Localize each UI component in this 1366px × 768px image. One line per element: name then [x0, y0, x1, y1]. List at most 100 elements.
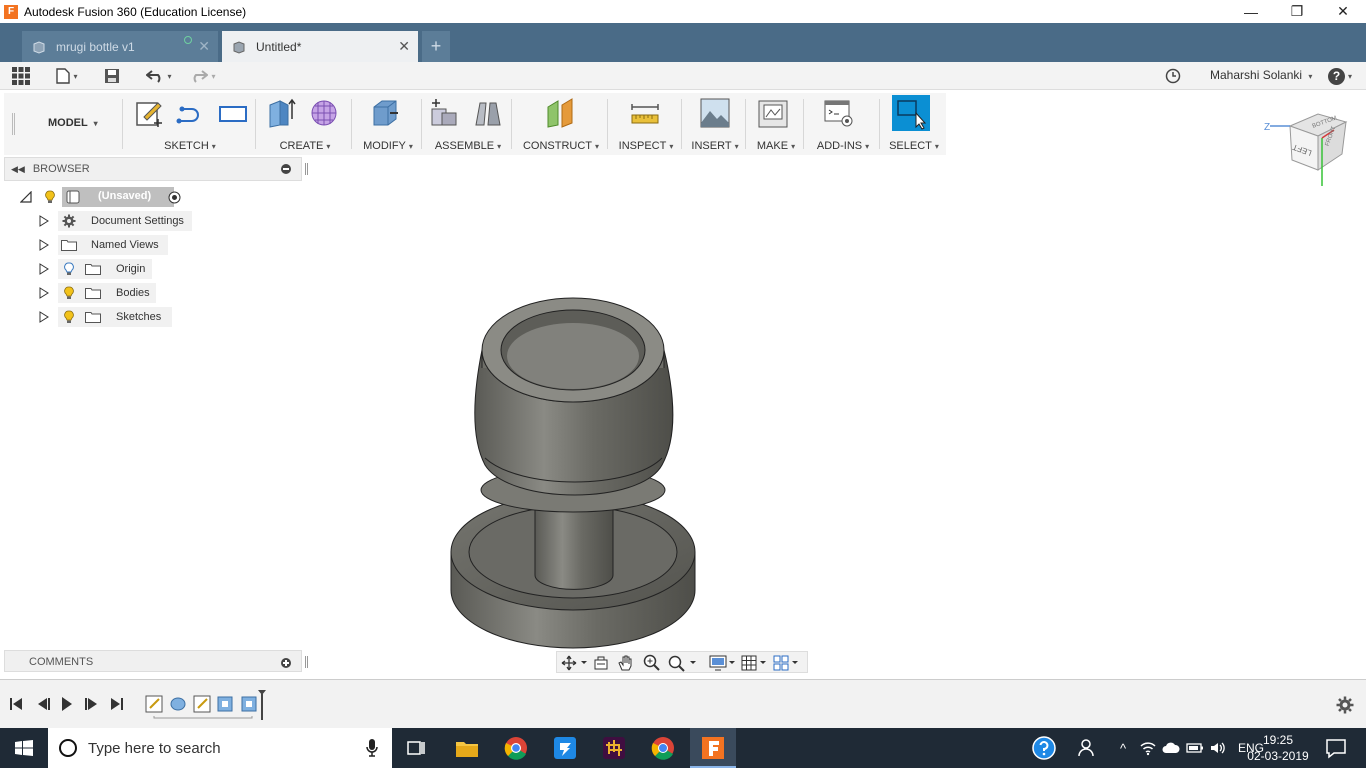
- expand-triangle-icon[interactable]: [39, 263, 49, 275]
- new-component-icon[interactable]: [428, 97, 458, 129]
- visibility-bulb-off-icon[interactable]: [64, 262, 74, 276]
- timeline-marker[interactable]: [258, 690, 266, 720]
- ribbon-group-label[interactable]: ASSEMBLE ▾: [424, 140, 512, 152]
- expand-triangle-icon[interactable]: [39, 287, 49, 299]
- people-icon[interactable]: [1074, 734, 1102, 762]
- expanded-triangle-icon[interactable]: [20, 191, 32, 203]
- offset-plane-icon[interactable]: [546, 97, 576, 129]
- viewcube[interactable]: Z LEFT BOTTOM FRONT: [1262, 108, 1352, 190]
- joint-icon[interactable]: [472, 97, 502, 129]
- ribbon-group-label[interactable]: ADD-INS ▾: [806, 140, 880, 152]
- pane-grip[interactable]: [305, 656, 308, 668]
- viewports-icon[interactable]: [773, 655, 801, 671]
- wifi-icon[interactable]: [1140, 740, 1156, 756]
- zoom-icon[interactable]: [643, 654, 661, 672]
- visibility-bulb-icon[interactable]: [64, 310, 74, 324]
- 3d-print-icon[interactable]: [758, 97, 788, 129]
- orbit-icon[interactable]: [561, 655, 589, 671]
- show-hidden-icons-icon[interactable]: ^: [1114, 741, 1132, 756]
- taskbar-fusion-active[interactable]: [690, 728, 736, 768]
- file-menu-button[interactable]: ▾: [52, 66, 82, 86]
- file-explorer-icon[interactable]: [453, 734, 481, 762]
- onedrive-cloud-icon[interactable]: [1162, 741, 1180, 755]
- measure-icon[interactable]: [630, 97, 660, 129]
- ribbon-group-label[interactable]: CREATE ▾: [258, 140, 352, 152]
- expand-triangle-icon[interactable]: [39, 311, 49, 323]
- tree-item-document-settings[interactable]: Document Settings: [38, 211, 198, 231]
- tab-close-icon[interactable]: ✕: [198, 38, 210, 55]
- close-button[interactable]: ✕: [1320, 0, 1366, 23]
- windows-start-icon[interactable]: [15, 740, 33, 756]
- undo-button[interactable]: ▾: [142, 66, 176, 86]
- press-pull-icon[interactable]: [370, 97, 400, 129]
- line-tool-icon[interactable]: [176, 97, 206, 129]
- ribbon-group-label[interactable]: MAKE ▾: [748, 140, 804, 152]
- expand-triangle-icon[interactable]: [39, 239, 49, 251]
- save-button[interactable]: [102, 66, 122, 86]
- ribbon-group-label[interactable]: SELECT ▾: [882, 140, 946, 152]
- ribbon-group-label[interactable]: CONSTRUCT ▾: [514, 140, 608, 152]
- help-menu-button[interactable]: ? ▾: [1324, 66, 1356, 86]
- step-back-icon[interactable]: [38, 698, 50, 710]
- rectangle-tool-icon[interactable]: [218, 97, 248, 129]
- activate-component-radio-icon[interactable]: [168, 191, 181, 204]
- tab-mrugi-bottle[interactable]: mrugi bottle v1 ✕: [22, 31, 218, 62]
- maximize-button[interactable]: ❐: [1274, 0, 1320, 23]
- visibility-bulb-icon[interactable]: [45, 190, 55, 204]
- chrome-profile-icon[interactable]: [649, 734, 677, 762]
- look-at-icon[interactable]: [593, 655, 609, 671]
- microphone-icon[interactable]: [366, 739, 378, 757]
- scripts-add-ins-icon[interactable]: [824, 97, 854, 129]
- chrome-icon[interactable]: [502, 734, 530, 762]
- select-tool-icon[interactable]: [892, 95, 930, 131]
- timeline-settings-gear-icon[interactable]: [1336, 696, 1354, 714]
- workspace-switcher[interactable]: MODEL ▾: [48, 117, 98, 129]
- battery-icon[interactable]: [1186, 741, 1204, 755]
- toolbar-grip[interactable]: [12, 113, 15, 135]
- create-form-icon[interactable]: [310, 97, 340, 129]
- tab-close-icon[interactable]: ✕: [398, 38, 410, 55]
- timeline-shell-feature-icon[interactable]: [217, 696, 233, 712]
- create-sketch-icon[interactable]: [134, 97, 164, 129]
- ribbon-group-label[interactable]: SKETCH ▾: [124, 140, 256, 152]
- step-forward-icon[interactable]: [85, 698, 97, 710]
- ribbon-group-label[interactable]: INSERT ▾: [684, 140, 746, 152]
- go-to-end-icon[interactable]: [111, 698, 123, 710]
- timeline-revolve-feature-icon[interactable]: [170, 697, 186, 711]
- volume-icon[interactable]: [1210, 741, 1228, 755]
- user-account-menu[interactable]: Maharshi Solanki ▾: [1210, 68, 1312, 82]
- job-status-clock-icon[interactable]: [1162, 66, 1184, 86]
- tree-item-bodies[interactable]: Bodies: [38, 283, 158, 303]
- visibility-bulb-icon[interactable]: [64, 286, 74, 300]
- display-settings-icon[interactable]: [709, 655, 737, 671]
- go-to-start-icon[interactable]: [10, 698, 22, 710]
- minimize-button[interactable]: —: [1228, 0, 1274, 23]
- ribbon-group-label[interactable]: MODIFY ▾: [354, 140, 422, 152]
- help-tray-icon[interactable]: [1030, 734, 1058, 762]
- timeline-sketch-feature-icon[interactable]: [145, 695, 163, 713]
- tree-item-origin[interactable]: Origin: [38, 259, 158, 279]
- task-view-icon[interactable]: [402, 734, 430, 762]
- collapse-browser-icon[interactable]: ◀◀: [11, 164, 25, 175]
- taskbar-search-box[interactable]: Type here to search: [48, 728, 392, 768]
- redo-button[interactable]: ▾: [186, 66, 220, 86]
- expand-triangle-icon[interactable]: [39, 215, 49, 227]
- ribbon-group-label[interactable]: INSPECT ▾: [610, 140, 682, 152]
- timeline-sketch-feature-icon[interactable]: [193, 695, 211, 713]
- tree-item-named-views[interactable]: Named Views: [38, 235, 198, 255]
- collapse-panel-button[interactable]: [281, 164, 291, 174]
- extrude-icon[interactable]: [266, 97, 296, 129]
- new-tab-button[interactable]: +: [422, 31, 450, 62]
- insert-image-icon[interactable]: [700, 97, 730, 129]
- grid-snaps-icon[interactable]: [741, 655, 769, 671]
- slack-icon[interactable]: [600, 734, 628, 762]
- taskbar-clock[interactable]: 19:25 02-03-2019: [1246, 732, 1310, 764]
- play-icon[interactable]: [62, 697, 72, 711]
- pane-grip[interactable]: [305, 163, 308, 175]
- model-viewport-3d-body[interactable]: [440, 290, 710, 655]
- tab-untitled[interactable]: Untitled* ✕: [222, 31, 418, 62]
- add-comment-button[interactable]: [281, 658, 291, 668]
- data-panel-grid-icon[interactable]: [10, 66, 32, 86]
- pan-hand-icon[interactable]: [617, 654, 635, 672]
- tree-root[interactable]: (Unsaved): [18, 187, 188, 207]
